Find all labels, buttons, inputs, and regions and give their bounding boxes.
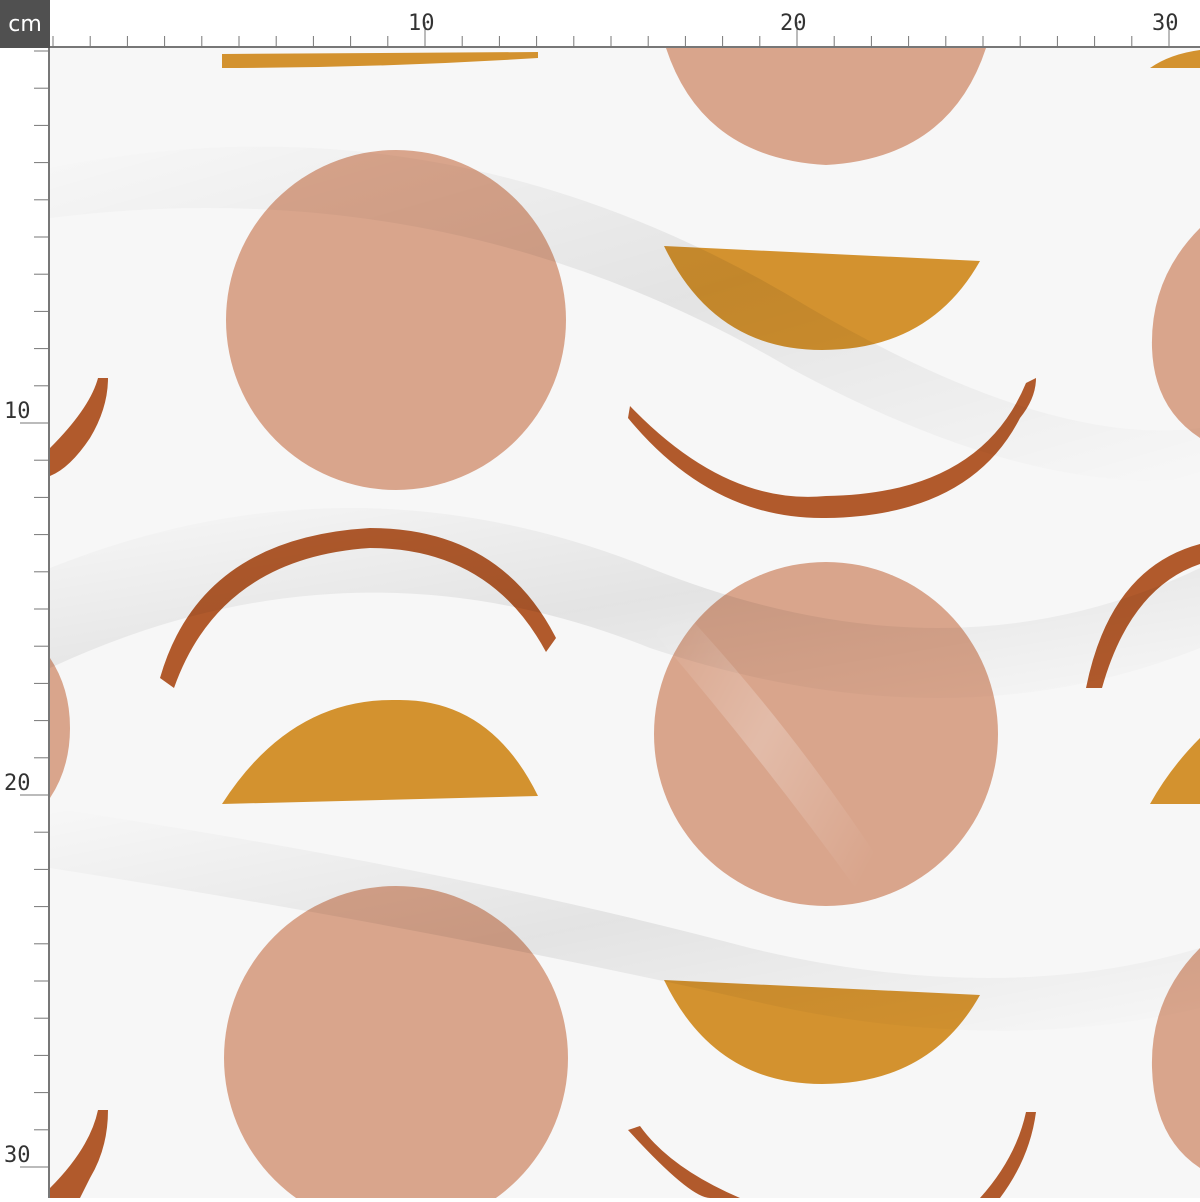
top-label-10: 10 [408, 11, 435, 36]
left-label-10: 10 [4, 399, 31, 424]
top-label-20: 20 [780, 11, 807, 36]
left-ruler-ticks [20, 50, 49, 1168]
top-ruler: 10 20 30 [50, 0, 1200, 48]
left-label-30: 30 [4, 1143, 31, 1168]
unit-label: cm [0, 0, 50, 48]
top-ruler-ticks [52, 22, 1170, 47]
left-ruler-scale: 10 20 30 [4, 48, 50, 1198]
left-ruler: 10 20 30 [0, 48, 50, 1198]
fabric-pattern [50, 48, 1200, 1198]
top-label-30: 30 [1152, 11, 1179, 36]
top-ruler-scale: 10 20 30 [50, 11, 1200, 48]
left-label-20: 20 [4, 771, 31, 796]
fabric-preview [50, 48, 1200, 1198]
